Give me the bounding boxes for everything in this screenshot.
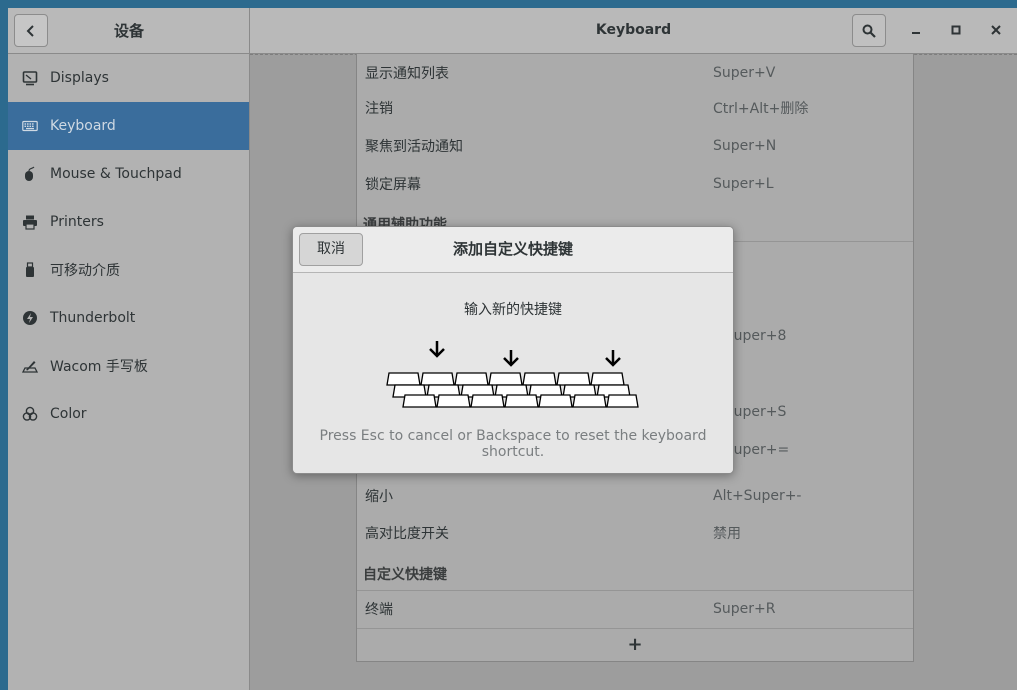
dialog-hint: Press Esc to cancel or Backspace to rese… xyxy=(319,428,707,460)
sidebar-item-keyboard[interactable]: Keyboard xyxy=(8,102,249,150)
sidebar-title: 设备 xyxy=(113,22,144,40)
shortcut-accel: Alt+Super+- xyxy=(713,488,802,504)
sidebar-item-label: Color xyxy=(50,406,87,422)
sidebar-item-mouse[interactable]: Mouse & Touchpad xyxy=(8,150,249,198)
sidebar-item-label: Mouse & Touchpad xyxy=(50,166,182,182)
sidebar-item-label: Thunderbolt xyxy=(50,310,136,326)
add-shortcut-dialog: 添加自定义快捷键 取消 输入新的快捷键 Press Esc to cancel … xyxy=(292,226,734,474)
sidebar: Displays Keyboard Mouse & Touchpad Print… xyxy=(8,54,250,690)
sidebar-item-displays[interactable]: Displays xyxy=(8,54,249,102)
color-icon xyxy=(22,406,38,422)
keyboard-press-illustration-icon xyxy=(386,341,639,408)
sidebar-item-label: Displays xyxy=(50,70,109,86)
printer-icon xyxy=(22,214,38,230)
shortcut-name: 缩小 xyxy=(365,489,393,505)
tablet-icon xyxy=(22,358,38,374)
add-shortcut-button[interactable]: + xyxy=(357,628,913,661)
sidebar-item-label: Printers xyxy=(50,214,104,230)
display-icon xyxy=(22,70,38,86)
dialog-header: 添加自定义快捷键 取消 xyxy=(293,227,733,273)
shortcut-accel: 禁用 xyxy=(713,526,741,542)
shortcut-row[interactable]: 终端 Super+R xyxy=(357,590,913,628)
shortcut-name: 显示通知列表 xyxy=(365,66,449,82)
sidebar-item-wacom[interactable]: Wacom 手写板 xyxy=(8,342,249,390)
sidebar-item-label: 可移动介质 xyxy=(50,263,120,279)
sidebar-item-thunderbolt[interactable]: Thunderbolt xyxy=(8,294,249,342)
sidebar-headerbar: 设备 xyxy=(8,8,250,54)
thunderbolt-icon xyxy=(22,310,38,326)
dialog-body: 输入新的快捷键 Press Esc to cancel or Backspace… xyxy=(293,273,733,473)
shortcut-accel: Super+L xyxy=(713,176,774,192)
shortcut-accel: Ctrl+Alt+删除 xyxy=(713,101,809,117)
shortcut-row[interactable]: 显示通知列表 Super+V xyxy=(357,54,913,92)
dialog-prompt: 输入新的快捷键 xyxy=(464,302,562,318)
close-icon xyxy=(991,25,1001,35)
shortcut-row[interactable]: 锁定屏幕 Super+L xyxy=(357,165,913,203)
cancel-button[interactable]: 取消 xyxy=(299,233,363,266)
shortcut-name: 锁定屏幕 xyxy=(365,177,421,193)
mouse-icon xyxy=(22,166,38,182)
sidebar-item-label: Wacom 手写板 xyxy=(50,359,148,375)
page-title: Keyboard xyxy=(595,22,672,38)
shortcut-name: 高对比度开关 xyxy=(365,526,449,542)
shortcut-name: 终端 xyxy=(365,602,393,618)
shortcut-name: 聚焦到活动通知 xyxy=(365,139,463,155)
sidebar-item-label: Keyboard xyxy=(50,118,116,134)
sidebar-item-color[interactable]: Color xyxy=(8,390,249,438)
search-icon xyxy=(862,24,876,38)
maximize-button[interactable] xyxy=(946,20,966,40)
sidebar-item-removable-media[interactable]: 可移动介质 xyxy=(8,246,249,294)
shortcut-accel: Super+V xyxy=(713,65,776,81)
sidebar-item-printers[interactable]: Printers xyxy=(8,198,249,246)
minimize-button[interactable] xyxy=(906,20,926,40)
shortcut-row[interactable]: 缩小 Alt+Super+- xyxy=(357,477,913,515)
minimize-icon xyxy=(912,32,920,34)
shortcut-accel: Super+N xyxy=(713,138,777,154)
shortcut-accel: Super+R xyxy=(713,601,776,617)
close-button[interactable] xyxy=(986,20,1006,40)
keyboard-icon xyxy=(22,118,38,134)
maximize-icon xyxy=(951,25,961,35)
removable-media-icon xyxy=(22,262,38,278)
shortcut-row[interactable]: 聚焦到活动通知 Super+N xyxy=(357,127,913,165)
shortcut-row[interactable]: 高对比度开关 禁用 xyxy=(357,514,913,552)
shortcut-row[interactable]: 注销 Ctrl+Alt+删除 xyxy=(357,89,913,127)
section-heading-custom: 自定义快捷键 xyxy=(363,567,447,583)
search-button[interactable] xyxy=(852,14,886,47)
shortcut-name: 注销 xyxy=(365,101,393,117)
